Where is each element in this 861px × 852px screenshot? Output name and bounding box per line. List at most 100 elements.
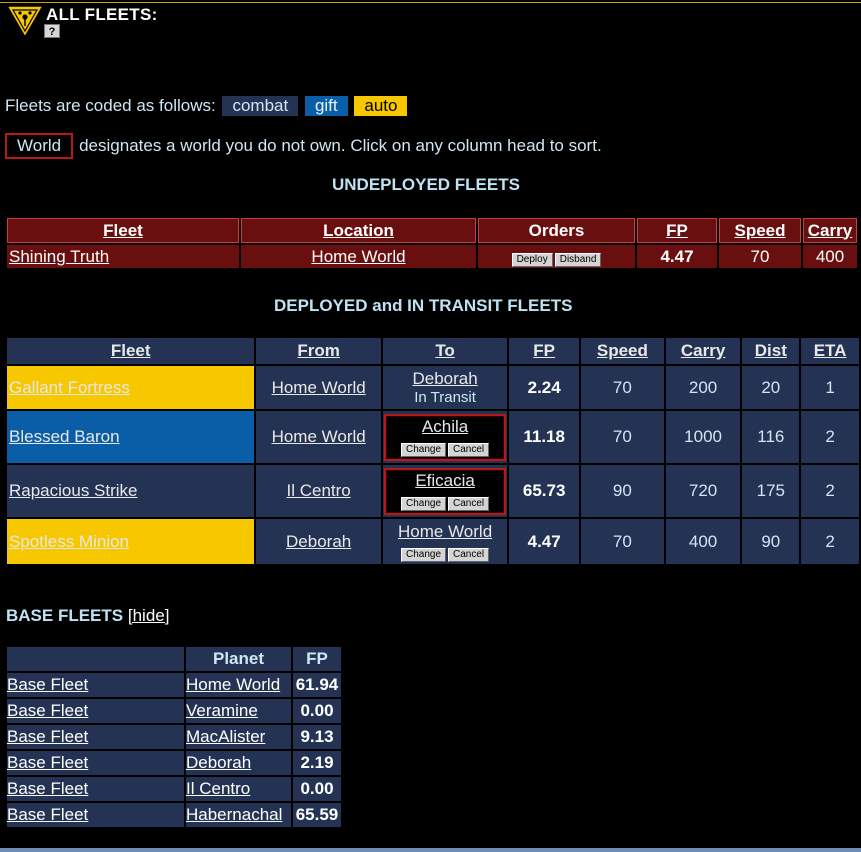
- base-fp: 0.00: [293, 777, 341, 801]
- fleet-to: Achila Change Cancel: [382, 411, 508, 463]
- col-speed[interactable]: Speed: [581, 338, 664, 364]
- fleet-speed: 70: [581, 519, 664, 564]
- fleet-destination[interactable]: Eficacia: [415, 471, 475, 490]
- base-planet[interactable]: Il Centro: [186, 777, 291, 801]
- col-to[interactable]: To: [382, 338, 508, 364]
- base-planet[interactable]: Home World: [186, 673, 291, 697]
- change-button[interactable]: Change: [400, 442, 447, 457]
- col-carry[interactable]: Carry: [803, 218, 857, 243]
- footer-rule: [0, 848, 861, 852]
- base-planet[interactable]: Veramine: [186, 699, 291, 723]
- col-carry[interactable]: Carry: [665, 338, 741, 364]
- fleet-from[interactable]: Home World: [256, 366, 381, 409]
- base-fleet-name[interactable]: Base Fleet: [7, 751, 184, 775]
- fleet-destination[interactable]: Home World: [398, 522, 492, 541]
- table-row: Shining Truth Home World Deploy Disband 4…: [7, 245, 857, 268]
- page-title: ALL FLEETS:: [46, 5, 158, 24]
- help-icon[interactable]: ?: [44, 24, 60, 38]
- col-dist[interactable]: Dist: [742, 338, 800, 364]
- hide-base-fleets-link[interactable]: [hide]: [128, 606, 170, 625]
- table-header-row: Planet FP: [7, 647, 341, 671]
- table-row: Gallant Fortress Home World Deborah In T…: [7, 366, 859, 409]
- col-fleet[interactable]: Fleet: [7, 218, 239, 243]
- fleet-carry: 200: [665, 366, 741, 409]
- table-row: Base Fleet Home World 61.94: [7, 673, 341, 697]
- col-planet: Planet: [186, 647, 291, 671]
- undeployed-fleets-table: Fleet Location Orders FP Speed Carry Shi…: [5, 216, 859, 270]
- base-fleet-name[interactable]: Base Fleet: [7, 803, 184, 827]
- table-row: Blessed Baron Home World Achila Change Ca…: [7, 411, 859, 463]
- base-fp: 2.19: [293, 751, 341, 775]
- base-fleets-table: Planet FP Base Fleet Home World 61.94 Ba…: [5, 645, 343, 829]
- fleet-name[interactable]: Gallant Fortress: [7, 366, 255, 409]
- cancel-button[interactable]: Cancel: [448, 547, 490, 562]
- base-fleets-title: BASE FLEETS: [6, 606, 124, 625]
- foreign-world-box: Eficacia Change Cancel: [383, 467, 507, 515]
- col-location[interactable]: Location: [241, 218, 476, 243]
- undeployed-title: UNDEPLOYED FLEETS: [332, 175, 520, 194]
- base-fleet-name[interactable]: Base Fleet: [7, 777, 184, 801]
- table-row: Base Fleet Habernachal 65.59: [7, 803, 341, 827]
- col-fp[interactable]: FP: [637, 218, 717, 243]
- col-fp: FP: [293, 647, 341, 671]
- fleet-carry: 720: [665, 465, 741, 517]
- fleet-fp: 4.47: [637, 245, 717, 268]
- triangle-emblem-icon: [6, 5, 44, 38]
- col-fp[interactable]: FP: [509, 338, 580, 364]
- table-row: Spotless Minion Deborah Home World Chang…: [7, 519, 859, 564]
- fleet-name[interactable]: Shining Truth: [7, 245, 239, 268]
- world-sample-box: World: [5, 133, 74, 159]
- fleet-destination[interactable]: Deborah: [412, 369, 477, 388]
- fleet-fp: 2.24: [509, 366, 580, 409]
- transit-status: In Transit: [414, 389, 476, 406]
- table-row: Base Fleet Il Centro 0.00: [7, 777, 341, 801]
- fleet-dist: 175: [742, 465, 800, 517]
- legend-intro: Fleets are coded as follows:: [5, 96, 216, 115]
- base-fleet-name[interactable]: Base Fleet: [7, 725, 184, 749]
- cancel-button[interactable]: Cancel: [448, 442, 490, 457]
- col-from[interactable]: From: [256, 338, 381, 364]
- base-fleet-name[interactable]: Base Fleet: [7, 699, 184, 723]
- base-fp: 0.00: [293, 699, 341, 723]
- fleet-fp: 65.73: [509, 465, 580, 517]
- fleet-location[interactable]: Home World: [241, 245, 476, 268]
- fleet-from[interactable]: Il Centro: [256, 465, 381, 517]
- world-note: World designates a world you do not own. …: [5, 133, 602, 159]
- fleet-carry: 400: [803, 245, 857, 268]
- col-eta[interactable]: ETA: [801, 338, 859, 364]
- base-fp: 65.59: [293, 803, 341, 827]
- fleet-to: Deborah In Transit: [382, 366, 508, 409]
- fleet-fp: 4.47: [509, 519, 580, 564]
- fleet-dist: 20: [742, 366, 800, 409]
- fleet-eta: 2: [801, 519, 859, 564]
- disband-button[interactable]: Disband: [554, 252, 602, 267]
- base-fleet-name[interactable]: Base Fleet: [7, 673, 184, 697]
- col-fleet[interactable]: Fleet: [7, 338, 255, 364]
- fleet-destination[interactable]: Achila: [422, 417, 468, 436]
- col-speed[interactable]: Speed: [719, 218, 801, 243]
- header-rule: [0, 2, 861, 3]
- fleet-name[interactable]: Blessed Baron: [7, 411, 255, 463]
- change-button[interactable]: Change: [400, 547, 447, 562]
- fleet-from[interactable]: Deborah: [256, 519, 381, 564]
- fleet-eta: 1: [801, 366, 859, 409]
- fleet-speed: 70: [719, 245, 801, 268]
- fleet-name[interactable]: Rapacious Strike: [7, 465, 255, 517]
- deployed-title: DEPLOYED and IN TRANSIT FLEETS: [274, 296, 573, 315]
- code-combat: combat: [222, 96, 299, 116]
- base-planet[interactable]: MacAlister: [186, 725, 291, 749]
- base-planet[interactable]: Deborah: [186, 751, 291, 775]
- fleet-orders: Deploy Disband: [478, 245, 635, 268]
- cancel-button[interactable]: Cancel: [448, 496, 490, 511]
- fleet-speed: 70: [581, 366, 664, 409]
- fleet-from[interactable]: Home World: [256, 411, 381, 463]
- fleet-eta: 2: [801, 465, 859, 517]
- fleet-speed: 70: [581, 411, 664, 463]
- table-row: Rapacious Strike Il Centro Eficacia Chan…: [7, 465, 859, 517]
- fleet-eta: 2: [801, 411, 859, 463]
- deploy-button[interactable]: Deploy: [511, 252, 553, 267]
- change-button[interactable]: Change: [400, 496, 447, 511]
- fleet-fp: 11.18: [509, 411, 580, 463]
- base-planet[interactable]: Habernachal: [186, 803, 291, 827]
- fleet-name[interactable]: Spotless Minion: [7, 519, 255, 564]
